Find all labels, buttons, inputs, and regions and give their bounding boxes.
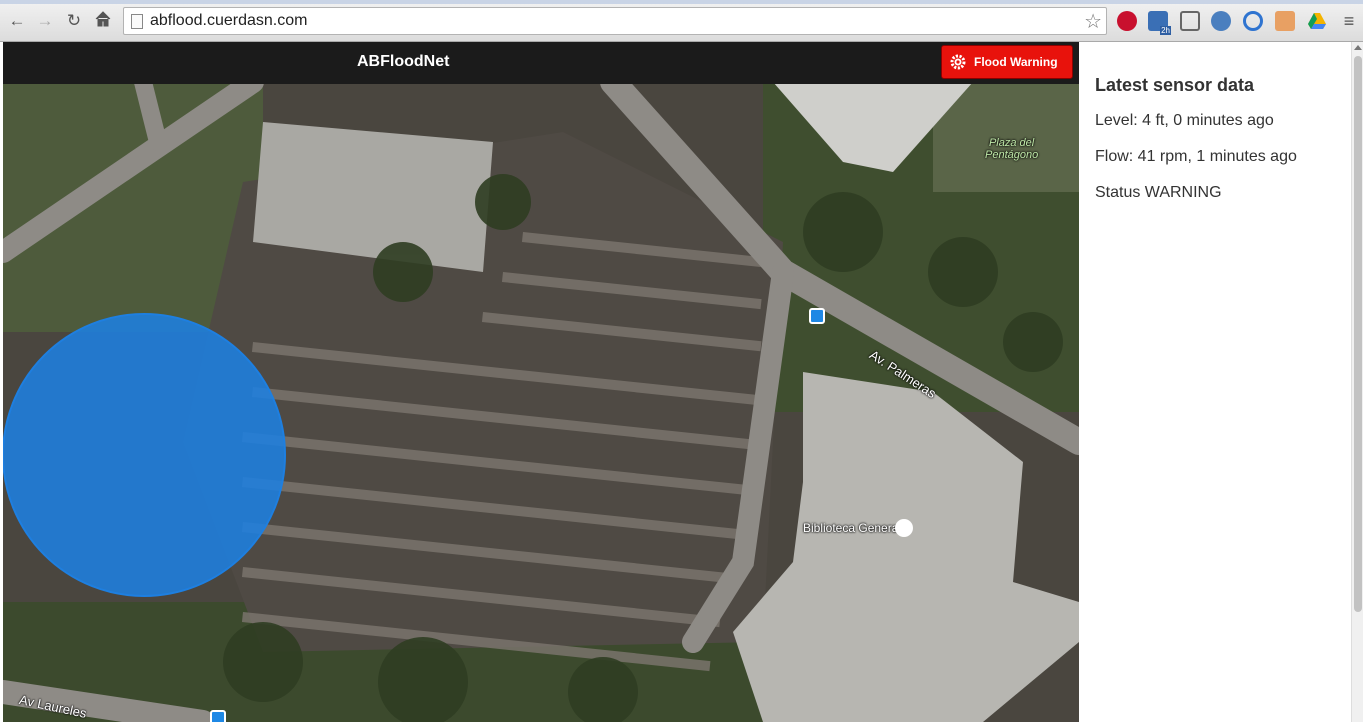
app: Plaza del Pentágono Av. Palmeras Bibliot… — [0, 42, 1363, 722]
library-icon[interactable] — [895, 519, 913, 537]
tab-strip — [0, 0, 1363, 4]
flood-warning-button[interactable]: Flood Warning — [941, 45, 1073, 79]
page-icon — [131, 14, 143, 29]
globe-icon[interactable] — [1211, 11, 1231, 31]
bus-stop-icon[interactable] — [809, 308, 825, 324]
sensor-sidebar: Latest sensor data Level: 4 ft, 0 minute… — [1079, 42, 1351, 722]
sync-icon[interactable] — [1243, 11, 1263, 31]
map-label-plaza-line1: Plaza del — [988, 137, 1035, 149]
extension-badge: 2h — [1160, 26, 1171, 35]
ext-face-icon[interactable] — [1275, 11, 1295, 31]
map-label-plaza-line2: Pentágono — [985, 149, 1039, 161]
scroll-up-icon[interactable] — [1354, 45, 1362, 50]
flow-reading: Flow: 41 rpm, 1 minutes ago — [1095, 148, 1297, 165]
drive-icon[interactable] — [1307, 11, 1327, 31]
flood-warning-label: Flood Warning — [974, 55, 1058, 69]
ext-calendar-icon[interactable]: 2h — [1148, 11, 1171, 35]
status-reading: Status WARNING — [1095, 184, 1222, 201]
map-label-biblioteca: Biblioteca General — [803, 521, 902, 535]
back-icon[interactable]: ← — [6, 10, 28, 32]
reload-icon[interactable]: ↻ — [63, 10, 85, 32]
level-reading: Level: 4 ft, 0 minutes ago — [1095, 112, 1274, 129]
satellite-map[interactable]: Plaza del Pentágono Av. Palmeras Bibliot… — [3, 42, 1079, 722]
address-bar[interactable]: abflood.cuerdasn.com ☆ — [123, 7, 1107, 35]
bookmark-star-icon[interactable]: ☆ — [1084, 9, 1102, 34]
forward-icon[interactable]: → — [34, 10, 56, 32]
home-icon[interactable] — [92, 10, 114, 32]
flood-area-circle[interactable] — [3, 313, 286, 597]
cast-icon[interactable] — [1180, 11, 1200, 31]
gear-icon — [950, 54, 966, 70]
app-navbar: ABFloodNet Flood Warning — [3, 42, 1079, 84]
page-scrollbar[interactable] — [1351, 42, 1363, 722]
browser-toolbar: ← → ↻ abflood.cuerdasn.com ☆ 2h ≡ — [0, 0, 1363, 42]
map-label-plaza: Plaza del Pentágono — [985, 137, 1038, 161]
bus-stop-icon-2[interactable] — [210, 710, 226, 722]
menu-icon[interactable]: ≡ — [1338, 10, 1360, 32]
sidebar-heading: Latest sensor data — [1095, 75, 1255, 95]
ext-stop-icon[interactable] — [1117, 11, 1137, 31]
address-url[interactable]: abflood.cuerdasn.com — [150, 12, 307, 30]
scrollbar-thumb[interactable] — [1354, 56, 1362, 612]
brand-title[interactable]: ABFloodNet — [357, 53, 449, 71]
